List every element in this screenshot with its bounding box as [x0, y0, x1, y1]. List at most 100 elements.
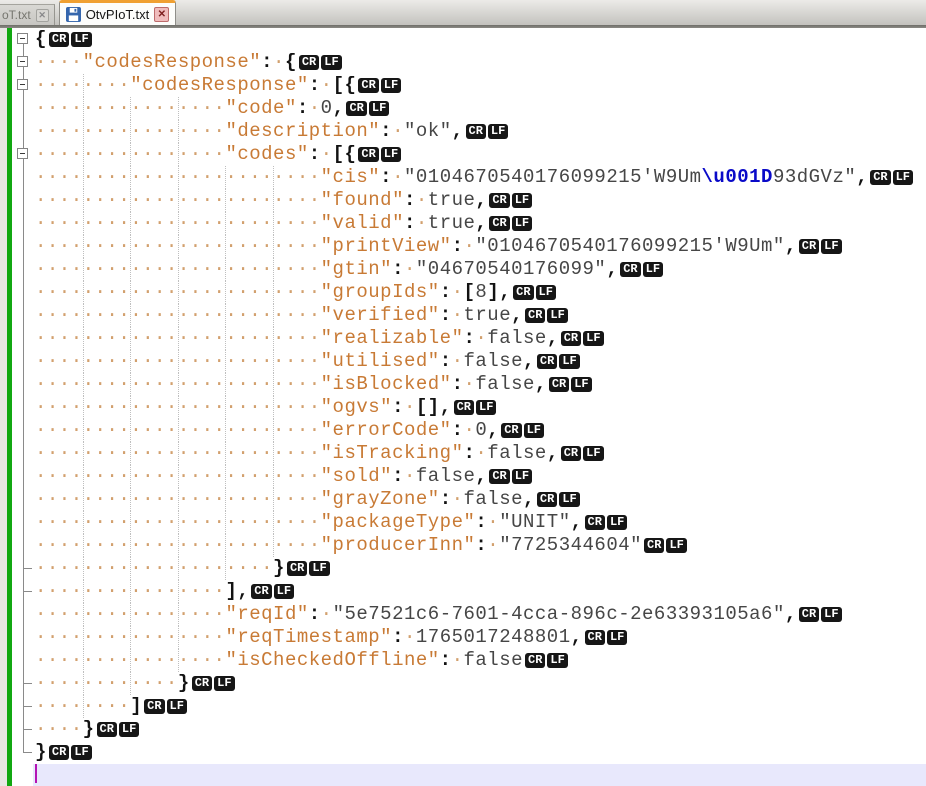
editor-line: ························"packageType":·"… [13, 511, 926, 534]
eol-badge: CR [799, 607, 819, 622]
eol-badge: CR [561, 446, 581, 461]
editor-line: ················"isCheckedOffline":·fals… [13, 649, 926, 672]
eol-badge: LF [167, 699, 187, 714]
fold-margin [13, 672, 33, 695]
eol-badge: LF [274, 584, 294, 599]
fold-margin [13, 166, 33, 189]
tab-active-file[interactable]: OtvPIoT.txt ✕ [59, 0, 177, 25]
caret [35, 764, 37, 783]
fold-margin [13, 97, 33, 120]
eol-badge: LF [214, 676, 234, 691]
eol-badge: CR [251, 584, 271, 599]
eol-badge: CR [49, 32, 69, 47]
editor-line: ········"codesResponse":·[{CRLF [13, 74, 926, 97]
editor-line: ····}CRLF [13, 718, 926, 741]
code-line: ················"isCheckedOffline":·fals… [33, 649, 926, 672]
eol-badge: LF [547, 308, 567, 323]
code-line: ························"utilised":·fals… [33, 350, 926, 373]
fold-margin [13, 419, 33, 442]
editor-lines: {CRLF····"codesResponse":·{CRLF········"… [13, 28, 926, 786]
eol-badge: CR [489, 193, 509, 208]
eol-badge: LF [381, 147, 401, 162]
eol-badge: CR [144, 699, 164, 714]
editor-line: ················"code":·0,CRLF [13, 97, 926, 120]
fold-margin [13, 557, 33, 580]
eol-badge: LF [512, 193, 532, 208]
eol-badge: CR [358, 78, 378, 93]
editor[interactable]: {CRLF····"codesResponse":·{CRLF········"… [0, 28, 926, 786]
editor-line: ························"isTracking":·fa… [13, 442, 926, 465]
bookmark-margin[interactable] [0, 28, 7, 786]
fold-margin [13, 764, 33, 786]
fold-marker[interactable] [13, 51, 33, 74]
code-line: ················"description":·"ok",CRLF [33, 120, 926, 143]
fold-margin [13, 350, 33, 373]
close-icon[interactable]: ✕ [154, 7, 169, 22]
eol-badge: CR [466, 124, 486, 139]
eol-badge: CR [537, 492, 557, 507]
tab-inactive-file[interactable]: oT.txt ✕ [0, 4, 55, 25]
editor-line: ························"ogvs":·[],CRLF [13, 396, 926, 419]
editor-line: {CRLF [13, 28, 926, 51]
code-line: }CRLF [33, 741, 926, 764]
eol-badge: LF [71, 745, 91, 760]
editor-line: ························"producerInn":·"… [13, 534, 926, 557]
code-line: ················],CRLF [33, 580, 926, 603]
close-icon[interactable]: ✕ [36, 9, 49, 22]
editor-line: }CRLF [13, 741, 926, 764]
fold-margin [13, 281, 33, 304]
code-line: ························"ogvs":·[],CRLF [33, 396, 926, 419]
editor-line: ························"groupIds":·[8],… [13, 281, 926, 304]
eol-badge: CR [192, 676, 212, 691]
fold-margin [13, 189, 33, 212]
code-line: ········"codesResponse":·[{CRLF [33, 74, 926, 97]
eol-badge: CR [525, 308, 545, 323]
eol-badge: CR [49, 745, 69, 760]
fold-margin [13, 373, 33, 396]
eol-badge: LF [607, 515, 627, 530]
eol-badge: CR [287, 561, 307, 576]
eol-badge: CR [537, 354, 557, 369]
tab-label: oT.txt [2, 8, 31, 22]
fold-margin [13, 649, 33, 672]
eol-badge: CR [513, 285, 533, 300]
eol-badge: LF [321, 55, 341, 70]
eol-badge: CR [870, 170, 890, 185]
code-line: ················"code":·0,CRLF [33, 97, 926, 120]
eol-badge: LF [583, 331, 603, 346]
editor-line: ····················}CRLF [13, 557, 926, 580]
code-line: ············}CRLF [33, 672, 926, 695]
eol-badge: CR [299, 55, 319, 70]
code-line: ························"realizable":·fa… [33, 327, 926, 350]
eol-badge: CR [501, 423, 521, 438]
code-line: ····················}CRLF [33, 557, 926, 580]
code-line: ························"valid":·true,CR… [33, 212, 926, 235]
editor-line: ········]CRLF [13, 695, 926, 718]
code-line: ························"printView":·"01… [33, 235, 926, 258]
fold-margin [13, 212, 33, 235]
code-line: ························"groupIds":·[8],… [33, 281, 926, 304]
code-line: ····"codesResponse":·{CRLF [33, 51, 926, 74]
code-line: ························"producerInn":·"… [33, 534, 926, 557]
eol-badge: LF [512, 469, 532, 484]
fold-marker[interactable] [13, 74, 33, 97]
editor-line: ························"errorCode":·0,C… [13, 419, 926, 442]
eol-badge: CR [561, 331, 581, 346]
fold-margin [13, 465, 33, 488]
eol-badge: CR [454, 400, 474, 415]
fold-margin [13, 304, 33, 327]
code-line: ····}CRLF [33, 718, 926, 741]
eol-badge: CR [346, 101, 366, 116]
editor-line: ························"found":·true,CR… [13, 189, 926, 212]
fold-marker[interactable] [13, 28, 33, 51]
fold-margin [13, 603, 33, 626]
eol-badge: LF [643, 262, 663, 277]
fold-marker[interactable] [13, 143, 33, 166]
editor-line: ························"grayZone":·fals… [13, 488, 926, 511]
eol-badge: LF [547, 653, 567, 668]
code-line: ········]CRLF [33, 695, 926, 718]
save-icon [66, 7, 81, 22]
editor-line: ························"printView":·"01… [13, 235, 926, 258]
editor-line: ················"description":·"ok",CRLF [13, 120, 926, 143]
fold-margin [13, 235, 33, 258]
